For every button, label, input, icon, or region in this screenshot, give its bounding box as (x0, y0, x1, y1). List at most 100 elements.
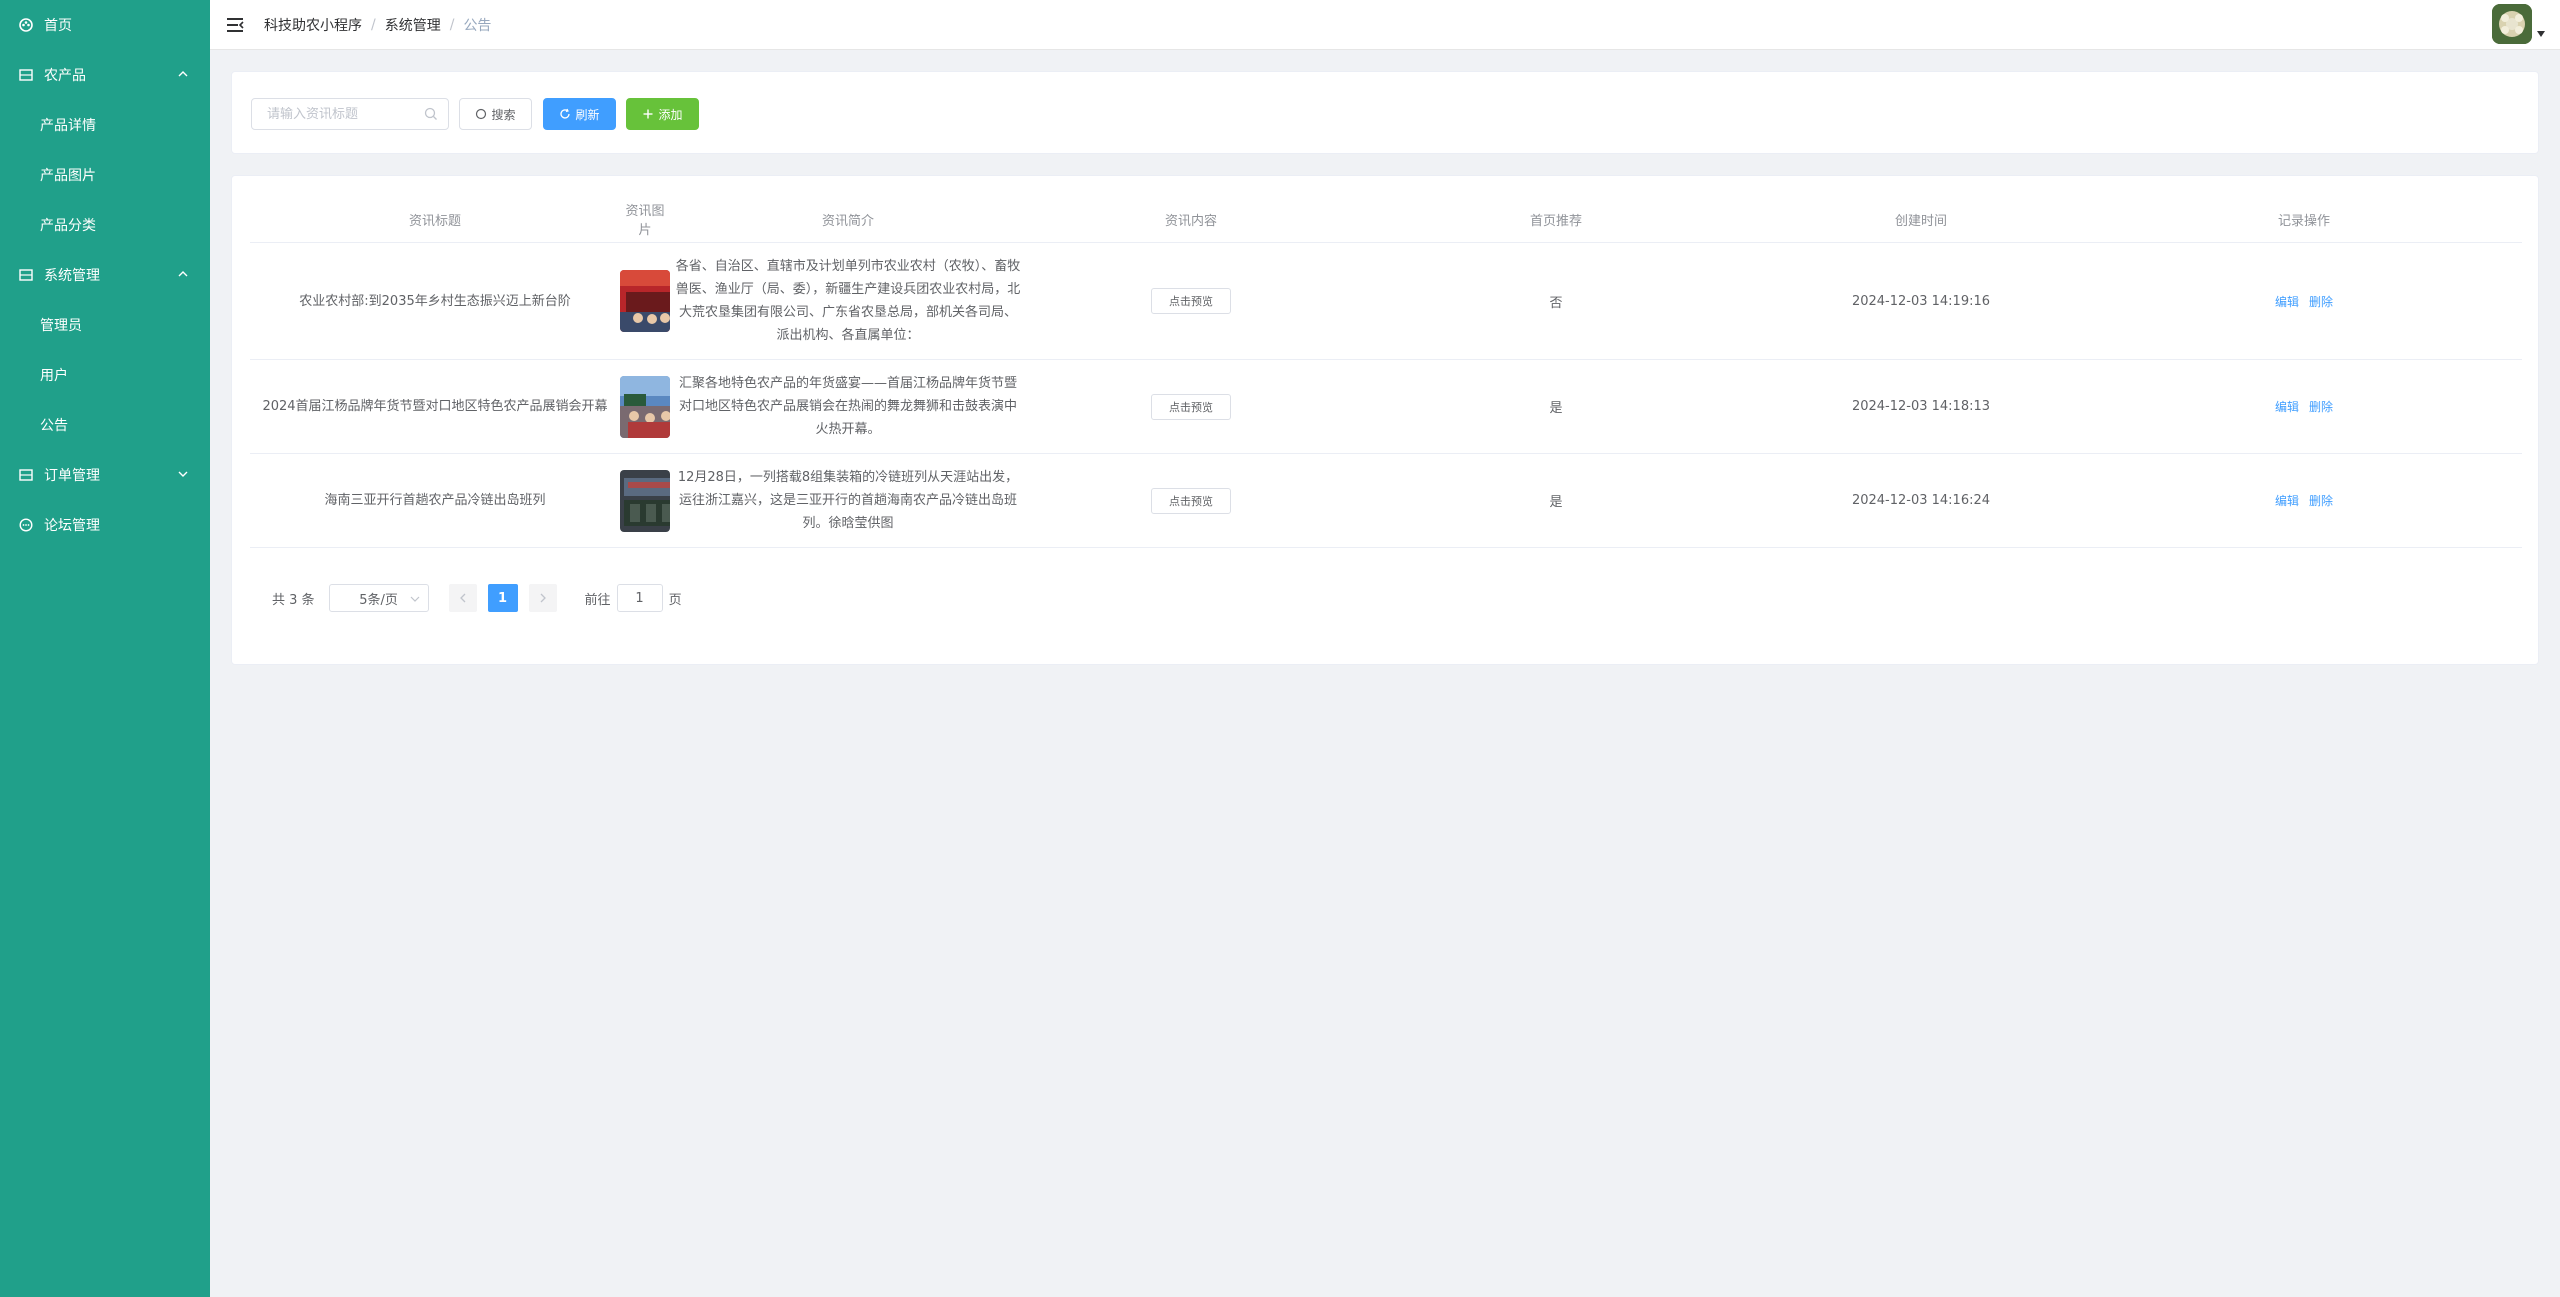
add-button[interactable]: 添加 (626, 98, 699, 130)
goto-suffix: 页 (668, 592, 682, 608)
sidebar-item-label: 系统管理 (44, 268, 100, 284)
total-count: 共 3 条 (272, 592, 315, 608)
grid-icon (18, 67, 34, 83)
page-size-select[interactable]: 5条/页 (328, 584, 429, 612)
breadcrumb-item[interactable]: 科技助农小程序 (264, 15, 362, 35)
avatar[interactable] (2492, 4, 2532, 44)
refresh-icon (560, 108, 571, 119)
homepage-recommend: 否 (1549, 295, 1563, 311)
breadcrumb-item[interactable]: 系统管理 (385, 15, 441, 35)
column-header: 记录操作 (2277, 213, 2330, 229)
chevron-down-icon (410, 596, 419, 602)
news-thumbnail[interactable] (620, 375, 670, 438)
sidebar-item-orders[interactable]: 订单管理 (0, 450, 210, 500)
goto-page: 前往 页 (585, 584, 682, 612)
notice-table-card: 资讯标题 资讯图片 资讯简介 资讯内容 首页推荐 创建时间 记录操作 农业农村部… (231, 175, 2539, 665)
news-title: 农业农村部:到2035年乡村生态振兴迈上新台阶 (299, 293, 571, 309)
column-header: 首页推荐 (1529, 213, 1582, 229)
sidebar-item-product-detail[interactable]: 产品详情 (0, 100, 210, 150)
edit-link[interactable]: 编辑 (2275, 398, 2299, 415)
grid-icon (18, 467, 34, 483)
search-field[interactable] (251, 98, 449, 130)
sidebar-item-users[interactable]: 用户 (0, 350, 210, 400)
sidebar-item-label: 订单管理 (44, 468, 100, 484)
table-row: 2024首届江杨品牌年货节暨对口地区特色农产品展销会开幕 汇聚各地特色农产品的年… (250, 360, 2522, 454)
chevron-right-icon (540, 593, 546, 603)
sidebar-item-label: 管理员 (40, 318, 82, 334)
news-intro: 各省、自治区、直辖市及计划单列市农业农村（农牧）、畜牧兽医、渔业厅（局、委），新… (675, 259, 1021, 343)
sidebar-item-product-image[interactable]: 产品图片 (0, 150, 210, 200)
pagination: 共 3 条 5条/页 1 前往 页 (272, 584, 682, 612)
news-thumbnail[interactable] (620, 270, 670, 332)
grid-icon (18, 267, 34, 283)
prev-page-button[interactable] (448, 584, 477, 612)
search-button-label: 搜索 (491, 107, 516, 122)
created-time: 2024-12-03 14:19:16 (1851, 293, 1991, 309)
preview-button[interactable]: 点击预览 (1151, 288, 1231, 314)
menu-toggle-icon[interactable] (224, 14, 246, 36)
column-header: 资讯内容 (1164, 213, 1217, 229)
chevron-down-icon (178, 471, 188, 477)
created-time: 2024-12-03 14:16:24 (1851, 493, 1991, 508)
sidebar-item-forum[interactable]: 论坛管理 (0, 500, 210, 550)
search-icon (424, 107, 437, 120)
preview-button[interactable]: 点击预览 (1151, 487, 1231, 514)
edit-link[interactable]: 编辑 (2275, 492, 2299, 509)
caret-down-icon[interactable] (2536, 30, 2546, 38)
sidebar-item-label: 用户 (40, 368, 68, 384)
sidebar-item-product-category[interactable]: 产品分类 (0, 200, 210, 250)
dashboard-icon (18, 17, 34, 33)
column-header: 资讯标题 (408, 213, 461, 229)
sidebar-item-notice[interactable]: 公告 (0, 400, 210, 450)
sidebar-item-label: 产品分类 (40, 218, 96, 234)
homepage-recommend: 是 (1549, 401, 1563, 416)
table-row: 农业农村部:到2035年乡村生态振兴迈上新台阶 各省、自治区、直辖市及计划单列市… (250, 243, 2522, 360)
edit-link[interactable]: 编辑 (2275, 293, 2299, 310)
breadcrumb-item-current: 公告 (463, 17, 492, 34)
plus-icon (643, 109, 653, 119)
chat-icon (18, 517, 34, 533)
search-toolbar: 搜索 刷新 添加 (231, 71, 2539, 154)
sidebar-item-label: 首页 (44, 18, 72, 34)
column-header: 资讯简介 (821, 213, 874, 229)
sidebar-item-agri-products[interactable]: 农产品 (0, 50, 210, 100)
sidebar-item-admin[interactable]: 管理员 (0, 300, 210, 350)
delete-link[interactable]: 删除 (2309, 293, 2333, 310)
page-size-value: 5条/页 (359, 592, 398, 608)
notice-table: 资讯标题 资讯图片 资讯简介 资讯内容 首页推荐 创建时间 记录操作 农业农村部… (250, 196, 2522, 548)
delete-link[interactable]: 删除 (2309, 492, 2333, 509)
sidebar-item-label: 产品详情 (40, 118, 96, 134)
next-page-button[interactable] (528, 584, 557, 612)
goto-page-input[interactable] (616, 584, 663, 612)
breadcrumb-separator: / (371, 16, 376, 33)
chevron-up-icon (178, 271, 188, 277)
homepage-recommend: 是 (1549, 495, 1563, 510)
news-intro: 汇聚各地特色农产品的年货盛宴——首届江杨品牌年货节暨对口地区特色农产品展销会在热… (678, 376, 1017, 437)
breadcrumb: 科技助农小程序 / 系统管理 / 公告 (264, 15, 491, 35)
sidebar-item-label: 产品图片 (40, 168, 96, 184)
delete-link[interactable]: 删除 (2309, 398, 2333, 415)
sidebar-item-label: 农产品 (44, 68, 86, 84)
news-thumbnail[interactable] (620, 469, 670, 532)
news-title: 海南三亚开行首趟农产品冷链出岛班列 (324, 493, 546, 508)
column-header: 资讯图片 (625, 204, 665, 238)
search-input[interactable] (267, 106, 417, 122)
breadcrumb-separator: / (449, 16, 455, 33)
column-header: 创建时间 (1894, 213, 1947, 229)
sidebar-item-label: 论坛管理 (44, 518, 100, 534)
table-header: 资讯标题 资讯图片 资讯简介 资讯内容 首页推荐 创建时间 记录操作 (250, 196, 2522, 243)
preview-button[interactable]: 点击预览 (1151, 393, 1231, 420)
chevron-left-icon (459, 593, 466, 603)
refresh-button[interactable]: 刷新 (543, 98, 616, 130)
sidebar-item-home[interactable]: 首页 (0, 0, 210, 50)
search-button[interactable]: 搜索 (459, 98, 532, 130)
top-header: 科技助农小程序 / 系统管理 / 公告 (210, 0, 2560, 50)
sidebar: 首页 农产品 产品详情 产品图片 产品分类 系统管理 管理员 用户 公告 订单管… (0, 0, 210, 1297)
created-time: 2024-12-03 14:18:13 (1851, 399, 1991, 414)
news-intro: 12月28日，一列搭载8组集装箱的冷链班列从天涯站出发，运往浙江嘉兴，这是三亚开… (677, 470, 1019, 531)
chevron-up-icon (178, 71, 188, 77)
page-number-current[interactable]: 1 (487, 584, 518, 612)
search-icon (476, 108, 487, 120)
news-title: 2024首届江杨品牌年货节暨对口地区特色农产品展销会开幕 (262, 399, 608, 414)
sidebar-item-system[interactable]: 系统管理 (0, 250, 210, 300)
